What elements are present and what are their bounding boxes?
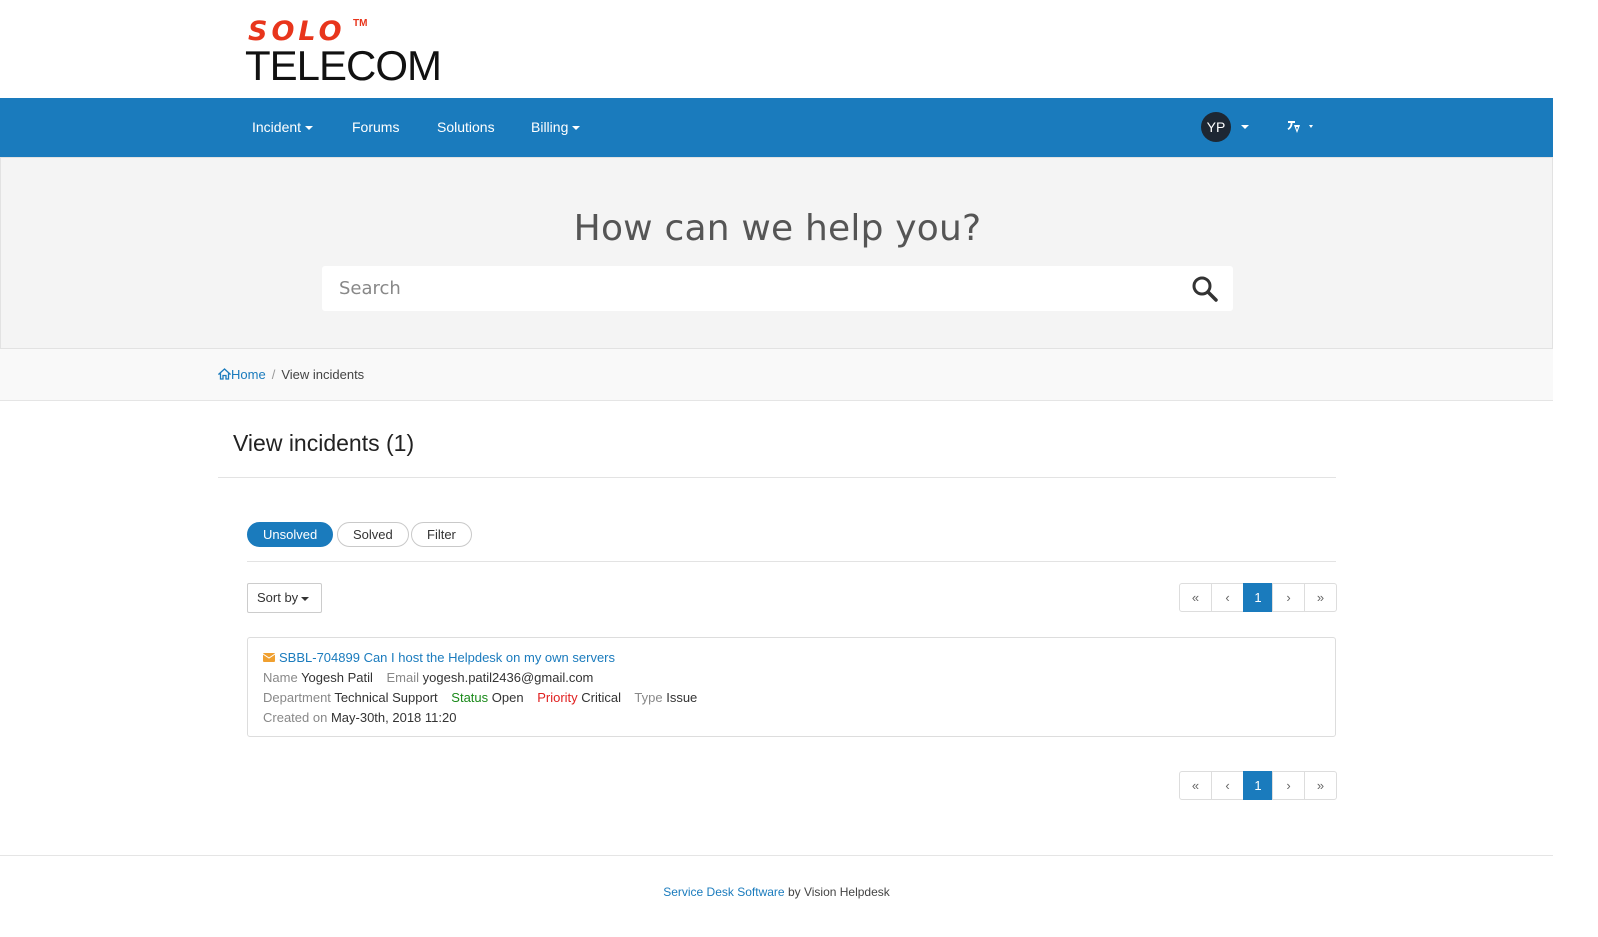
breadcrumb-separator: / [271, 367, 276, 382]
main-navbar: Incident Forums Solutions Billing YP [0, 98, 1553, 157]
search-input[interactable] [322, 266, 1172, 311]
nav-forums-label: Forums [352, 119, 400, 135]
type-value: Issue [666, 690, 698, 705]
filter-unsolved[interactable]: Unsolved [247, 522, 334, 547]
breadcrumb-home[interactable]: Home [218, 367, 266, 382]
pagination-bottom: « ‹ 1 › » [1179, 771, 1337, 800]
page-last-button[interactable]: » [1304, 583, 1337, 612]
search-box [322, 266, 1233, 311]
incident-card: SBBL-704899 Can I host the Helpdesk on m… [247, 637, 1336, 737]
status-label: Status [451, 690, 489, 705]
nav-forums[interactable]: Forums [352, 98, 399, 157]
logo-tm: TM [353, 18, 368, 29]
pagination-top: « ‹ 1 › » [1179, 583, 1337, 612]
divider [247, 561, 1336, 562]
page-next-button[interactable]: › [1272, 771, 1305, 800]
user-avatar[interactable]: YP [1201, 112, 1231, 142]
priority-value: Critical [581, 690, 622, 705]
created-value: May-30th, 2018 11:20 [330, 710, 457, 725]
page-first-button[interactable]: « [1179, 583, 1212, 612]
footer: Service Desk Software by Vision Helpdesk [0, 885, 1553, 899]
created-label: Created on [263, 710, 328, 725]
search-hero: How can we help you? [0, 157, 1553, 349]
brand-logo[interactable]: SOLO TM TELECOM [245, 14, 442, 89]
home-icon [218, 368, 231, 380]
priority-label: Priority [537, 690, 578, 705]
type-label: Type [634, 690, 663, 705]
incident-contact-row: Name Yogesh Patil Email yogesh.patil2436… [263, 670, 603, 685]
name-label: Name [263, 670, 298, 685]
language-menu[interactable] [1286, 116, 1326, 138]
footer-divider [0, 855, 1553, 856]
breadcrumb-current: View incidents [281, 367, 365, 382]
incident-subject: SBBL-704899 Can I host the Helpdesk on m… [279, 650, 616, 665]
nav-incident-label: Incident [252, 119, 302, 135]
page-next-button[interactable]: › [1272, 583, 1305, 612]
nav-solutions[interactable]: Solutions [437, 98, 495, 157]
nav-solutions-label: Solutions [437, 119, 495, 135]
user-menu-caret-icon[interactable] [1241, 125, 1249, 129]
incident-created-row: Created on May-30th, 2018 11:20 [263, 710, 466, 725]
name-value: Yogesh Patil [301, 670, 373, 685]
footer-link[interactable]: Service Desk Software [663, 885, 784, 899]
sort-by-dropdown[interactable]: Sort by [247, 583, 322, 613]
caret-down-icon [572, 126, 581, 131]
page-prev-button[interactable]: ‹ [1211, 771, 1244, 800]
breadcrumb-home-label: Home [231, 367, 266, 382]
breadcrumb-bar: Home / View incidents [0, 349, 1553, 401]
department-label: Department [263, 690, 331, 705]
filter-solved[interactable]: Solved [337, 522, 409, 547]
page-current-button[interactable]: 1 [1243, 583, 1273, 612]
email-label: Email [386, 670, 420, 685]
page-title: View incidents (1) [233, 430, 415, 456]
envelope-icon [263, 653, 275, 662]
nav-billing[interactable]: Billing [531, 98, 581, 157]
incident-subject-link[interactable]: SBBL-704899 Can I host the Helpdesk on m… [263, 650, 615, 665]
sort-by-label: Sort by [257, 590, 299, 605]
footer-text: by Vision Helpdesk [787, 885, 890, 899]
search-icon[interactable] [1191, 275, 1219, 303]
caret-down-icon [301, 596, 310, 601]
incident-meta-row: Department Technical Support Status Open… [263, 690, 707, 705]
breadcrumb: Home / View incidents [218, 367, 364, 382]
nav-billing-label: Billing [531, 119, 569, 135]
divider [218, 477, 1336, 478]
status-value: Open [491, 690, 524, 705]
page-prev-button[interactable]: ‹ [1211, 583, 1244, 612]
caret-down-icon [305, 126, 314, 131]
filter-filter[interactable]: Filter [411, 522, 472, 547]
hero-title: How can we help you? [573, 208, 982, 249]
language-icon [1287, 121, 1313, 133]
department-value: Technical Support [334, 690, 438, 705]
header: SOLO TM TELECOM [0, 0, 1553, 98]
logo-telecom: TELECOM [245, 42, 442, 89]
page-current-button[interactable]: 1 [1243, 771, 1273, 800]
email-value: yogesh.patil2436@gmail.com [422, 670, 594, 685]
nav-incident[interactable]: Incident [252, 98, 314, 157]
page-first-button[interactable]: « [1179, 771, 1212, 800]
page-last-button[interactable]: » [1304, 771, 1337, 800]
